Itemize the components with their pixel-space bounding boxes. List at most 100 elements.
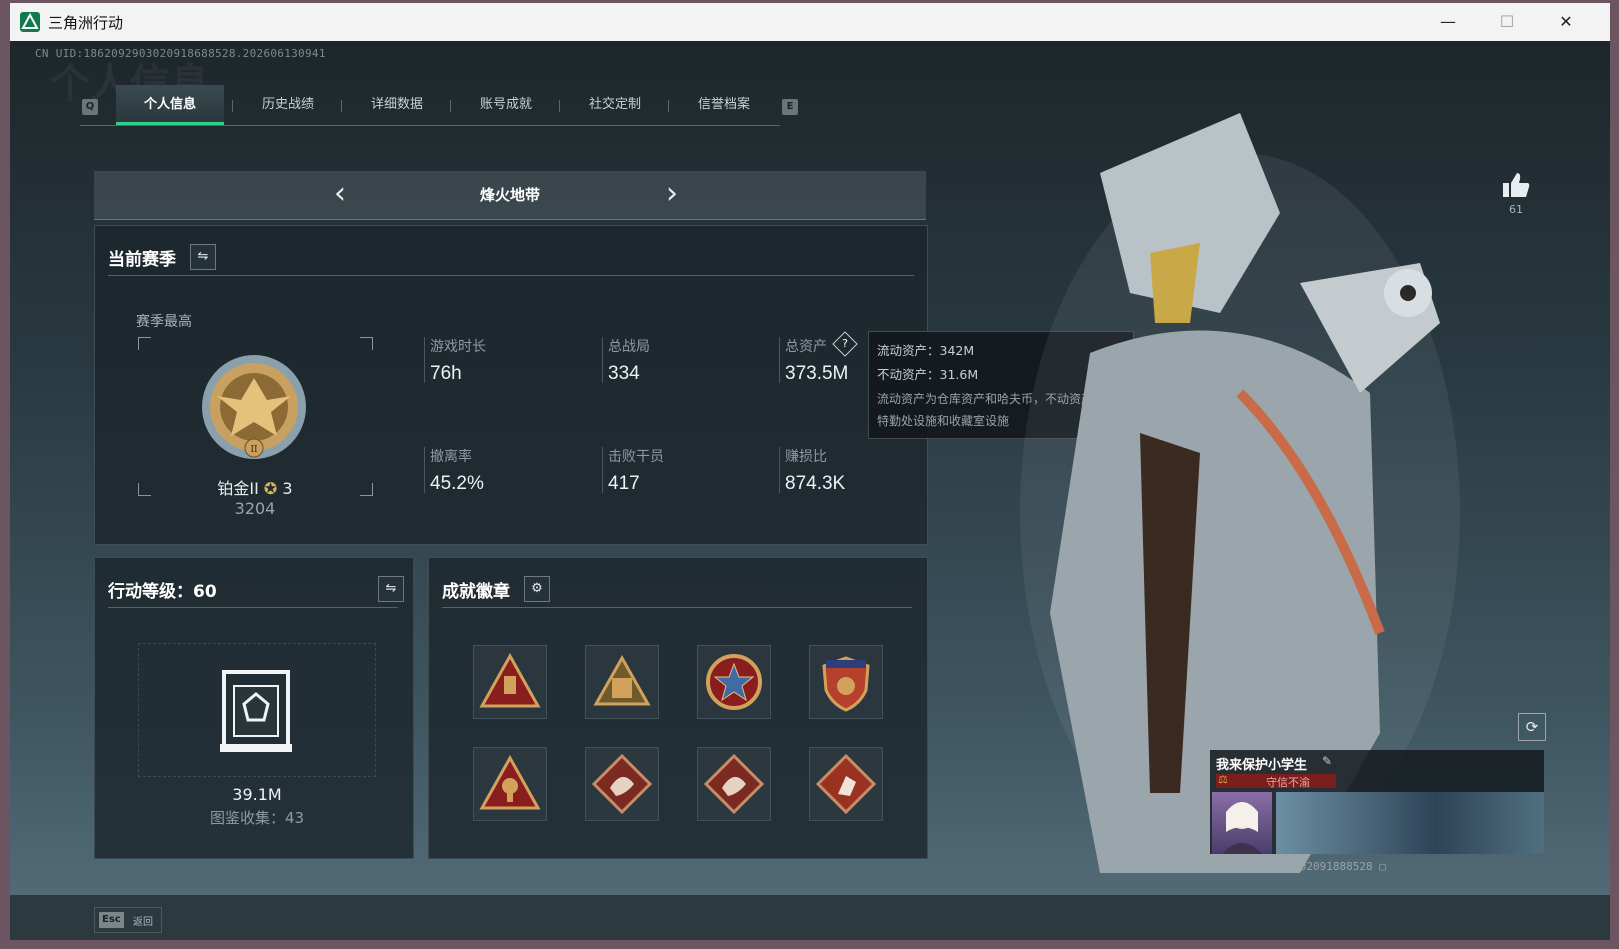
scale-icon: ⚖ — [1218, 773, 1228, 786]
tab-achievements[interactable]: 账号成就 — [452, 85, 560, 125]
edit-name-icon[interactable]: ✎ — [1322, 754, 1332, 768]
badge-shield-icon — [822, 656, 870, 712]
like-count: 61 — [1509, 203, 1523, 216]
badge-slot-1[interactable] — [473, 645, 547, 719]
tab-next-key-hint[interactable]: E — [782, 99, 798, 115]
close-button[interactable]: ✕ — [1543, 8, 1589, 36]
esc-key-hint: Esc — [99, 912, 124, 928]
frame-corner — [360, 337, 373, 350]
rank-emblem-icon: II — [202, 355, 306, 459]
title-badge: ⚖ 守信不渝 — [1216, 773, 1336, 789]
stat-label-matches: 总战局 — [608, 339, 650, 355]
badge-slot-8[interactable] — [809, 747, 883, 821]
tab-separator — [341, 100, 342, 112]
name-card: 我来保护小学生 ✎ ⚖ 守信不渝 — [1210, 750, 1544, 854]
bottom-bar — [10, 895, 1610, 940]
season-switch-icon[interactable]: ⇋ — [190, 244, 216, 270]
stat-value-kills: 417 — [608, 473, 640, 494]
divider — [108, 275, 914, 276]
thumbs-up-icon — [1503, 173, 1530, 197]
title-bar: 三角洲行动 — ☐ ✕ — [10, 3, 1610, 41]
maximize-button[interactable]: ☐ — [1484, 8, 1530, 36]
name-card-uid-row: 29290302091888528 ▢ — [1260, 860, 1386, 873]
level-title: 行动等级：60 — [108, 582, 217, 602]
stat-bar — [779, 337, 780, 383]
tab-personal-info[interactable]: 个人信息 — [116, 85, 224, 125]
badge-runner-icon — [815, 753, 877, 815]
season-title: 当前赛季 — [108, 250, 176, 270]
stat-value-profit-ratio: 874.3K — [785, 473, 846, 494]
app-window: 三角洲行动 — ☐ ✕ CN UID:186209290302091868852… — [10, 3, 1610, 940]
level-switch-icon[interactable]: ⇋ — [378, 576, 404, 602]
collection-count: 图鉴收集：43 — [209, 809, 305, 827]
badge-backpack-icon — [593, 654, 651, 706]
back-button[interactable]: Esc 返回 — [94, 907, 162, 933]
tab-social-custom[interactable]: 社交定制 — [561, 85, 669, 125]
refresh-icon[interactable]: ⟳ — [1518, 713, 1546, 741]
stat-bar — [602, 337, 603, 383]
stat-value-matches: 334 — [608, 363, 640, 384]
stat-label-extract-rate: 撤离率 — [430, 449, 472, 465]
help-icon[interactable]: ? — [836, 335, 854, 353]
stat-bar — [779, 447, 780, 493]
badge-dragon-icon — [703, 753, 765, 815]
stat-value-total-assets: 373.5M — [785, 363, 849, 384]
rank-name-row: 铂金II ✪ 3 — [200, 475, 310, 499]
badge-trophy-icon — [479, 754, 541, 810]
tab-credit-record[interactable]: 信誉档案 — [670, 85, 778, 125]
frame-corner — [360, 483, 373, 496]
rank-name: 铂金II — [217, 479, 259, 498]
back-label: 返回 — [133, 917, 153, 928]
player-avatar[interactable] — [1212, 792, 1272, 854]
badge-slot-7[interactable] — [697, 747, 771, 821]
star-icon: ✪ — [263, 479, 278, 498]
frame-corner — [138, 483, 151, 496]
badge-slot-5[interactable] — [473, 747, 547, 821]
tab-separator — [559, 100, 560, 112]
stat-bar — [602, 447, 603, 493]
mode-next-button[interactable]: › — [666, 177, 678, 211]
stat-label-playtime: 游戏时长 — [430, 339, 486, 355]
badge-triangle-icon — [479, 652, 541, 708]
stat-bar — [424, 337, 425, 383]
app-logo-icon — [20, 12, 40, 32]
tab-separator — [668, 100, 669, 112]
badges-settings-icon[interactable]: ⚙ — [524, 576, 550, 602]
tab-separator — [450, 100, 451, 112]
mode-title: 烽火地带 — [479, 186, 540, 204]
stat-value-playtime: 76h — [430, 363, 462, 384]
tab-battle-history[interactable]: 历史战绩 — [234, 85, 342, 125]
badges-title: 成就徽章 — [442, 582, 510, 602]
name-card-uid: 29290302091888528 — [1260, 860, 1373, 873]
avatar-portrait-icon — [1222, 802, 1262, 854]
badge-star-icon — [706, 654, 762, 710]
stat-label-kills: 击败干员 — [608, 449, 664, 465]
badge-slot-4[interactable] — [809, 645, 883, 719]
tab-separator — [232, 100, 233, 112]
rank-points: 3204 — [234, 499, 276, 518]
stat-bar — [424, 447, 425, 493]
title-text: 守信不渝 — [1266, 776, 1310, 789]
badge-slot-6[interactable] — [585, 747, 659, 821]
rank-stars: 3 — [282, 479, 293, 498]
season-best-label: 赛季最高 — [136, 314, 192, 330]
badge-slot-2[interactable] — [585, 645, 659, 719]
divider — [108, 607, 398, 608]
name-card-banner-image — [1276, 792, 1544, 854]
window-title: 三角洲行动 — [48, 14, 124, 32]
tab-prev-key-hint[interactable]: Q — [82, 99, 98, 115]
copy-icon[interactable]: ▢ — [1379, 860, 1386, 873]
collection-cabinet-icon — [220, 670, 292, 752]
minimize-button[interactable]: — — [1425, 8, 1471, 36]
stat-label-total-assets: 总资产 — [785, 339, 827, 355]
like-button[interactable] — [1501, 171, 1531, 203]
badge-slot-3[interactable] — [697, 645, 771, 719]
tab-detailed-data[interactable]: 详细数据 — [343, 85, 451, 125]
divider — [442, 607, 912, 608]
svg-text:II: II — [250, 445, 258, 455]
stat-label-profit-ratio: 赚损比 — [785, 449, 827, 465]
frame-corner — [138, 337, 151, 350]
badge-dragon-icon — [591, 753, 653, 815]
stat-value-extract-rate: 45.2% — [430, 473, 484, 494]
mode-selector: ‹ 烽火地带 › — [94, 171, 926, 220]
